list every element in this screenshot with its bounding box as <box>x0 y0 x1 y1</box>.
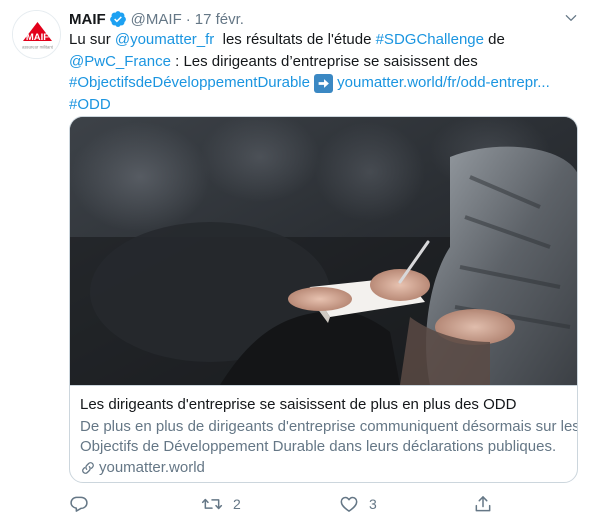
tweet-date[interactable]: 17 févr. <box>195 11 244 28</box>
card-description-line-2: Objectifs de Développement Durable dans … <box>80 438 557 455</box>
tweet-actions: 2 3 <box>69 492 509 516</box>
mention-pwc-france[interactable]: @PwC_France <box>69 53 171 70</box>
tweet-text-line-4: #ODD <box>69 94 579 116</box>
tweet[interactable]: MAIF assureur militant MAIF @MAIF · 17 f… <box>0 0 592 524</box>
tweet-header: MAIF @MAIF · 17 févr. <box>69 9 244 29</box>
like-button[interactable]: 3 <box>339 492 377 516</box>
share-button[interactable] <box>473 492 493 516</box>
maif-logo-icon: MAIF assureur militant <box>13 11 60 58</box>
card-image[interactable] <box>70 117 577 385</box>
card-body[interactable]: Les dirigeants d'entreprise se saisissen… <box>70 385 578 482</box>
retweet-icon <box>201 498 223 510</box>
hashtag-odd[interactable]: #ODD <box>69 96 111 113</box>
tweet-text-line-1: Lu sur @youmatter_fr les résultats de l'… <box>69 29 579 51</box>
chevron-down-icon[interactable] <box>562 9 580 27</box>
header-separator: · <box>185 10 191 28</box>
card-description: De plus en plus de dirigeants d'entrepri… <box>80 417 578 457</box>
tweet-text-line-2: @PwC_France : Les dirigeants d’entrepris… <box>69 51 579 73</box>
avatar[interactable]: MAIF assureur militant <box>12 10 61 59</box>
text-segment: Lu sur <box>69 31 115 48</box>
retweet-count: 2 <box>233 496 241 512</box>
tweet-text-line-3: #ObjectifsdeDéveloppementDurable youmatt… <box>69 72 579 94</box>
hashtag-objectifs[interactable]: #ObjectifsdeDéveloppementDurable <box>69 74 310 91</box>
hashtag-sdgchallenge[interactable]: #SDGChallenge <box>376 31 484 48</box>
card-title: Les dirigeants d'entreprise se saisissen… <box>80 396 517 413</box>
verified-badge-icon <box>109 10 127 28</box>
share-icon <box>475 496 491 512</box>
author-name[interactable]: MAIF <box>69 11 106 28</box>
card-domain-text: youmatter.world <box>99 459 205 476</box>
retweet-button[interactable]: 2 <box>201 492 241 516</box>
author-handle[interactable]: @MAIF <box>131 11 182 28</box>
svg-text:assureur militant: assureur militant <box>22 45 54 50</box>
card-description-line-1: De plus en plus de dirigeants d'entrepri… <box>80 418 578 435</box>
text-segment: de <box>484 31 505 48</box>
right-arrow-emoji-icon <box>314 74 334 93</box>
reply-icon <box>70 496 88 512</box>
link-icon <box>80 460 96 476</box>
like-icon <box>340 496 358 512</box>
like-count: 3 <box>369 496 377 512</box>
text-segment: : Les dirigeants d’entreprise se saisiss… <box>170 52 478 70</box>
card-domain: youmatter.world <box>80 458 568 478</box>
mention-youmatter[interactable]: @youmatter_fr <box>115 31 214 48</box>
reply-button[interactable] <box>69 492 99 516</box>
tweet-url-link[interactable]: youmatter.world/fr/odd-entrepr... <box>337 74 550 91</box>
link-preview-card[interactable]: Les dirigeants d'entreprise se saisissen… <box>69 116 578 483</box>
text-segment: les résultats de l'étude <box>214 31 376 48</box>
svg-text:MAIF: MAIF <box>26 32 49 43</box>
tweet-text: Lu sur @youmatter_fr les résultats de l'… <box>69 29 579 115</box>
